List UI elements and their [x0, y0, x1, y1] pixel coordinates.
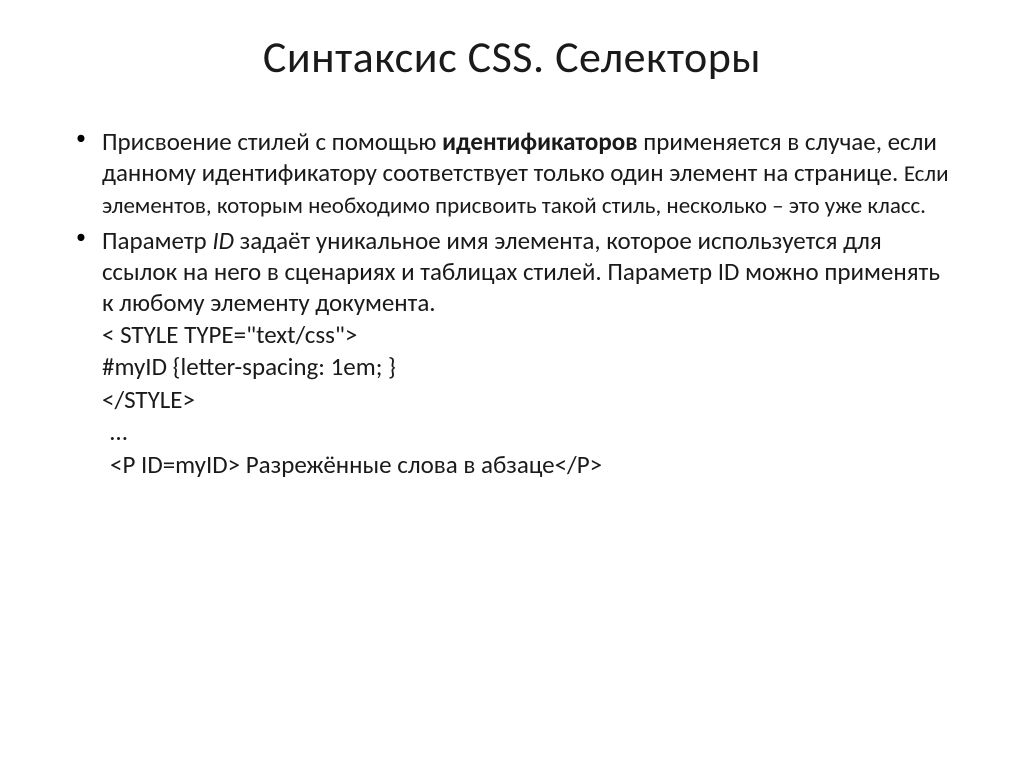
list-item: Параметр ID задаёт уникальное имя элемен…	[70, 225, 954, 481]
code-line: < STYLE TYPE="text/css">	[102, 319, 954, 352]
code-line: …	[102, 416, 954, 449]
code-line: <P ID=myID> Разрежённые слова в абзаце</…	[102, 449, 954, 482]
bullet-list: Присвоение стилей с помощью идентификато…	[70, 126, 954, 481]
list-item: Присвоение стилей с помощью идентификато…	[70, 126, 954, 221]
code-line: </STYLE>	[102, 384, 954, 417]
bullet-text-italic: ID	[212, 225, 234, 256]
slide-title: Синтаксис CSS. Селекторы	[70, 30, 954, 84]
bullet-text-bold: идентификаторов	[442, 126, 637, 157]
bullet-text-part: Присвоение стилей с помощью	[102, 126, 442, 157]
bullet-text-part: Параметр	[102, 225, 212, 256]
code-line: #myID {letter-spacing: 1em; }	[102, 351, 954, 384]
